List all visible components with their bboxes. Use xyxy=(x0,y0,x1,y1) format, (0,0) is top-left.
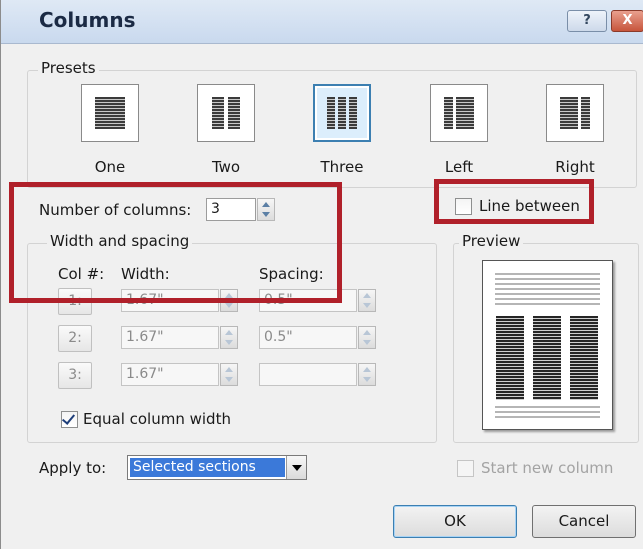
preset-left-button[interactable] xyxy=(430,84,488,142)
preset-two-label: Two xyxy=(211,158,241,176)
apply-to-dropdown[interactable]: Selected sections xyxy=(127,455,307,480)
ok-button[interactable]: OK xyxy=(393,505,517,538)
spin-down-icon xyxy=(225,303,233,308)
spin-down-icon xyxy=(225,377,233,382)
col-2-width-input[interactable]: 1.67" xyxy=(121,326,219,349)
preview-text-line xyxy=(495,298,600,300)
col-2-width-spinner[interactable] xyxy=(220,326,238,349)
col-1-spacing-spinner[interactable] xyxy=(358,289,376,312)
preview-label: Preview xyxy=(459,232,524,250)
preset-right-icon xyxy=(560,97,578,129)
spin-down-icon xyxy=(363,340,371,345)
preview-column xyxy=(533,316,561,400)
apply-to-label: Apply to: xyxy=(39,459,107,477)
highlight-box-line-between xyxy=(434,179,594,224)
preset-three-button[interactable] xyxy=(313,84,371,142)
start-new-column-checkbox[interactable] xyxy=(457,460,474,477)
spin-up-icon xyxy=(363,330,371,335)
preset-right-icon-col2 xyxy=(581,97,590,129)
close-button[interactable]: X xyxy=(611,10,643,32)
equal-width-checkbox[interactable] xyxy=(61,411,78,428)
title-bar[interactable]: Columns ? X xyxy=(1,0,643,44)
equal-width-label: Equal column width xyxy=(83,410,231,428)
preview-text-line xyxy=(495,411,600,413)
preset-three-icon xyxy=(327,97,335,129)
preset-three-label: Three xyxy=(320,158,364,176)
preset-two-icon xyxy=(212,97,224,129)
spin-up-icon xyxy=(363,293,371,298)
dialog-title: Columns xyxy=(39,8,136,32)
spin-up-icon xyxy=(363,367,371,372)
preset-left-icon-col2 xyxy=(456,97,474,129)
preset-two-button[interactable] xyxy=(197,84,255,142)
preset-left-label: Left xyxy=(444,158,474,176)
preview-column xyxy=(570,316,598,400)
preview-text-line xyxy=(495,406,600,408)
start-new-column-label: Start new column xyxy=(481,459,614,477)
columns-dialog: Columns ? X Presets One Two Three Left R… xyxy=(0,0,643,549)
preview-text-line xyxy=(495,283,600,285)
col-3-width-spinner[interactable] xyxy=(220,363,238,386)
preview-text-line xyxy=(495,303,600,305)
presets-label: Presets xyxy=(38,59,99,77)
col-3-label: 3: xyxy=(58,362,92,389)
apply-to-value: Selected sections xyxy=(130,458,285,477)
preview-text-line xyxy=(495,278,600,280)
spin-down-icon xyxy=(363,377,371,382)
preset-one-button[interactable] xyxy=(81,84,139,142)
preset-three-icon-col2 xyxy=(338,97,346,129)
spin-up-icon xyxy=(225,367,233,372)
preview-text-line xyxy=(495,416,600,418)
preset-three-icon-col3 xyxy=(349,97,357,129)
col-3-width-input[interactable]: 1.67" xyxy=(121,363,219,386)
spin-up-icon xyxy=(225,330,233,335)
col-2-spacing-input[interactable]: 0.5" xyxy=(259,326,357,349)
preset-left-icon xyxy=(444,97,453,129)
preview-text-line xyxy=(495,293,600,295)
spin-down-icon xyxy=(225,340,233,345)
preview-page xyxy=(482,260,613,430)
preset-one-icon xyxy=(95,97,125,129)
col-2-label: 2: xyxy=(58,325,92,352)
preset-one-label: One xyxy=(94,158,126,176)
highlight-box-columns xyxy=(9,182,342,303)
preview-text-line xyxy=(495,273,600,275)
col-3-spacing-spinner[interactable] xyxy=(358,363,376,386)
col-3-spacing-input[interactable] xyxy=(259,363,357,386)
preset-two-icon-col2 xyxy=(228,97,240,129)
help-button[interactable]: ? xyxy=(567,10,607,32)
preview-text-line xyxy=(495,288,600,290)
dropdown-arrow-icon[interactable] xyxy=(286,456,306,479)
preset-right-button[interactable] xyxy=(546,84,604,142)
checkmark-icon xyxy=(61,411,76,425)
cancel-button[interactable]: Cancel xyxy=(532,505,636,538)
col-2-spacing-spinner[interactable] xyxy=(358,326,376,349)
spin-down-icon xyxy=(363,303,371,308)
preview-column xyxy=(496,316,524,400)
preset-right-label: Right xyxy=(555,158,595,176)
